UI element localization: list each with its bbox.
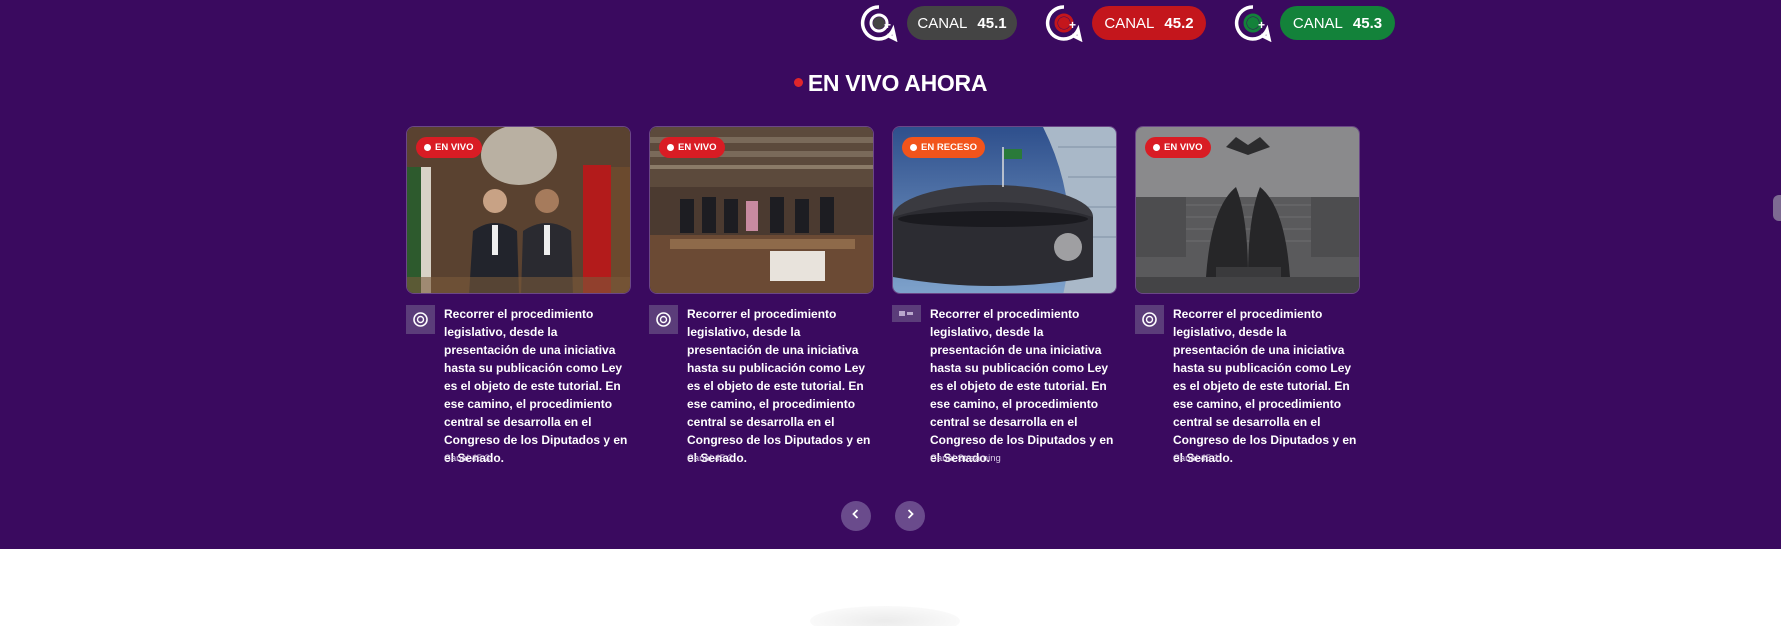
card-description[interactable]: Recorrer el procedimiento legislativo, d… (444, 305, 634, 467)
card-source: Canal 45.3 (444, 453, 490, 464)
channel-pill[interactable]: CANAL 45.2 (1092, 6, 1206, 40)
card-thumbnail[interactable]: EN RECESO (892, 126, 1117, 294)
congress-channel-icon: + (1045, 4, 1083, 43)
card-thumbnail[interactable]: EN VIVO (1135, 126, 1360, 294)
status-badge: EN VIVO (659, 137, 725, 158)
section-title: EN VIVO AHORA (0, 70, 1781, 97)
channel-number: 45.1 (977, 14, 1007, 32)
side-drawer-handle[interactable] (1773, 195, 1781, 221)
channel-logo-icon (892, 305, 921, 322)
channel-label: CANAL (1104, 14, 1155, 32)
card-description[interactable]: Recorrer el procedimiento legislativo, d… (930, 305, 1120, 467)
chevron-right-icon (904, 507, 916, 525)
live-section: + CANAL 45.1 + CANAL 45.2 + CANAL 45.3 E… (0, 0, 1781, 549)
card-source: Canal 45.2 (687, 453, 733, 464)
section-title-text: EN VIVO AHORA (807, 70, 988, 96)
status-badge: EN VIVO (1145, 137, 1211, 158)
channel-number: 45.2 (1164, 14, 1194, 32)
congress-channel-icon: + (1234, 4, 1272, 43)
channel-label: CANAL (1292, 14, 1343, 32)
card-thumbnail[interactable]: EN VIVO (406, 126, 631, 294)
svg-text:+: + (884, 18, 891, 32)
live-dot-icon (793, 78, 803, 87)
channel-logo-icon (1135, 305, 1164, 334)
status-badge: EN RECESO (902, 137, 985, 158)
svg-text:+: + (1258, 18, 1265, 32)
status-badge: EN VIVO (416, 137, 482, 158)
carousel-prev-button[interactable] (841, 501, 871, 531)
scroll-shadow (810, 606, 960, 626)
card-description[interactable]: Recorrer el procedimiento legislativo, d… (687, 305, 877, 467)
channel-pill[interactable]: CANAL 45.1 (907, 6, 1017, 40)
channel-logo-icon (406, 305, 435, 334)
channel-label: CANAL (917, 14, 968, 32)
channel-pill[interactable]: CANAL 45.3 (1280, 6, 1395, 40)
channel-number: 45.3 (1352, 14, 1383, 32)
svg-text:+: + (1069, 18, 1076, 32)
channel-logo-icon (649, 305, 678, 334)
chevron-left-icon (850, 507, 862, 525)
carousel-next-button[interactable] (895, 501, 925, 531)
congress-channel-icon: + (860, 4, 898, 43)
card-thumbnail[interactable]: EN VIVO (649, 126, 874, 294)
card-source: Canal 45.1 (1173, 453, 1219, 464)
card-source: Canal Streaming (930, 453, 1001, 464)
card-description[interactable]: Recorrer el procedimiento legislativo, d… (1173, 305, 1363, 467)
